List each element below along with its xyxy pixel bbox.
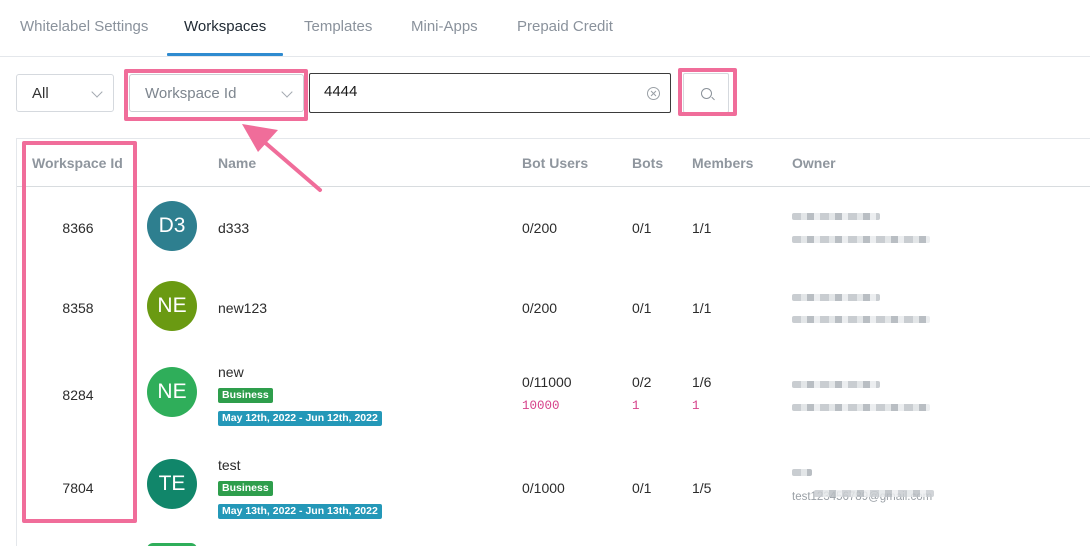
annotation-arrow-icon bbox=[242, 124, 322, 192]
